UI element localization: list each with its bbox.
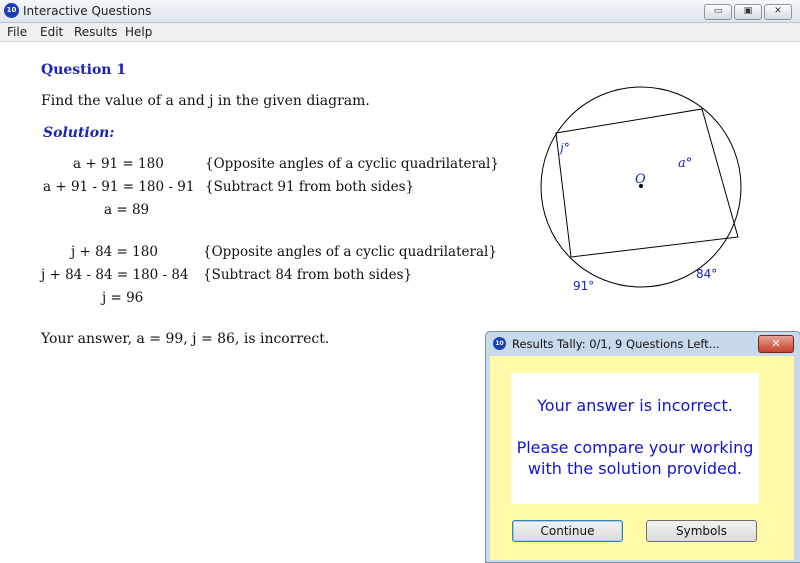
solution-j-reason-2: {Subtract 84 from both sides} <box>203 267 413 283</box>
solution-a-expr-1: a + 91 = 180 <box>73 156 164 172</box>
solution-label: Solution: <box>43 125 115 141</box>
menu-file[interactable]: File <box>7 25 27 39</box>
maximize-button[interactable]: ▣ <box>734 4 762 20</box>
continue-button[interactable]: Continue <box>512 520 623 542</box>
message-compare-2: with the solution provided. <box>527 459 743 478</box>
title-bar: 10 Interactive Questions ▭ ▣ ✕ <box>0 0 800 23</box>
menu-bar: File Edit Results Help <box>0 23 800 42</box>
quadrilateral <box>555 108 739 258</box>
app-icon: 10 <box>4 3 19 18</box>
question-text: Find the value of a and j in the given d… <box>41 93 370 109</box>
label-angle-84: 84° <box>696 267 717 281</box>
menu-edit[interactable]: Edit <box>40 25 63 39</box>
dialog-title: Results Tally: 0/1, 9 Questions Left... <box>512 337 720 351</box>
results-tally-dialog: 10 Results Tally: 0/1, 9 Questions Left.… <box>485 331 800 563</box>
solution-a-result: a = 89 <box>104 202 150 218</box>
message-incorrect: Your answer is incorrect. <box>537 396 733 415</box>
symbols-button[interactable]: Symbols <box>646 520 757 542</box>
label-center-o: O <box>635 172 646 187</box>
menu-results[interactable]: Results <box>74 25 117 39</box>
label-a: a° <box>678 156 692 171</box>
question-title: Question 1 <box>41 62 127 78</box>
solution-j-result: j = 96 <box>102 290 144 306</box>
minimize-button[interactable]: ▭ <box>704 4 732 20</box>
solution-j-reason-1: {Opposite angles of a cyclic quadrilater… <box>203 244 497 260</box>
dialog-body: Your answer is incorrect. Please compare… <box>490 356 794 560</box>
label-angle-91: 91° <box>573 279 594 290</box>
solution-a-expr-2: a + 91 - 91 = 180 - 91 <box>43 179 195 195</box>
solution-j-expr-2: j + 84 - 84 = 180 - 84 <box>41 267 189 283</box>
dialog-app-icon: 10 <box>493 337 506 350</box>
solution-j-expr-1: j + 84 = 180 <box>71 244 158 260</box>
cyclic-quadrilateral-diagram: j° a° O 84° 91° <box>540 86 742 290</box>
window-title: Interactive Questions <box>23 4 152 18</box>
message-box: Your answer is incorrect. Please compare… <box>511 373 759 504</box>
menu-help[interactable]: Help <box>125 25 152 39</box>
close-button[interactable]: ✕ <box>764 4 792 20</box>
solution-a-reason-2: {Subtract 91 from both sides} <box>205 179 415 195</box>
solution-a-reason-1: {Opposite angles of a cyclic quadrilater… <box>205 156 499 172</box>
message-compare-1: Please compare your working <box>516 438 754 457</box>
dialog-close-button[interactable]: ✕ <box>758 335 794 353</box>
answer-feedback: Your answer, a = 99, j = 86, is incorrec… <box>41 331 330 347</box>
